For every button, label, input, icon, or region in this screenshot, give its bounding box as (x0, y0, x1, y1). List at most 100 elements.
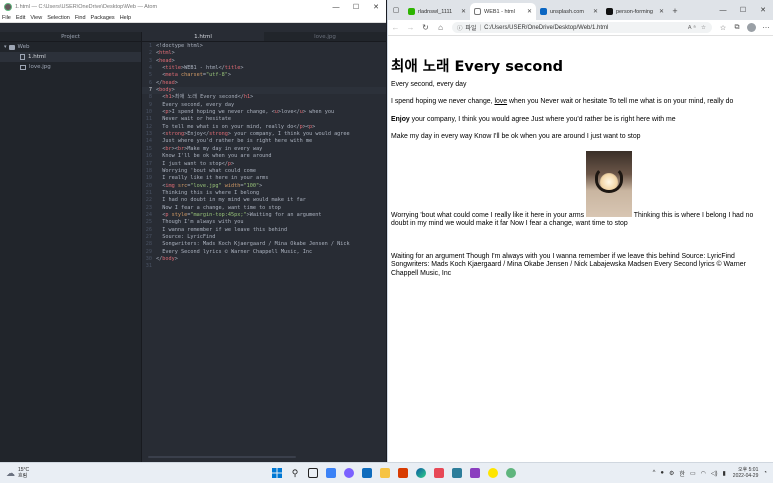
code-line[interactable]: 18 Worrying 'bout what could come (142, 168, 386, 175)
clock[interactable]: 오후 5:01 2022-04-29 (733, 467, 759, 479)
more-menu-icon[interactable]: ⋯ (759, 24, 773, 32)
menu-help[interactable]: Help (120, 15, 131, 21)
back-icon[interactable]: ← (388, 23, 403, 32)
search-icon[interactable]: ⚲ (287, 465, 303, 481)
menu-edit[interactable]: Edit (16, 15, 25, 21)
code-line[interactable]: 30 </body> (142, 256, 386, 263)
task-view-icon[interactable] (305, 465, 321, 481)
browser-tab-3[interactable]: unsplash.com ✕ (536, 3, 602, 20)
code-line[interactable]: 5 <meta charset="utf-8"> (142, 72, 386, 79)
collections-icon[interactable]: ⧉ (730, 24, 744, 32)
close-icon[interactable]: ✕ (593, 8, 598, 15)
code-line[interactable]: 20 <img src="love.jpg" width="100"> (142, 183, 386, 190)
chevron-up-icon[interactable]: ^ (653, 470, 656, 476)
browser-tab-4[interactable]: person-forming ✕ (602, 3, 668, 20)
file-info-icon[interactable]: ⓘ (457, 24, 463, 32)
tree-file-html[interactable]: 1.html (0, 52, 141, 62)
home-icon[interactable]: ⌂ (433, 23, 448, 32)
maximize-icon[interactable]: ☐ (733, 0, 753, 20)
code-line[interactable]: 8 <h1>최애 노래 Every second</h1> (142, 94, 386, 101)
code-line[interactable]: 11 Never wait or hesitate (142, 116, 386, 123)
maximize-icon[interactable]: ☐ (346, 0, 366, 14)
code-line[interactable]: 9 Every second, every day (142, 102, 386, 109)
close-icon[interactable]: ✕ (366, 0, 386, 14)
photos-icon[interactable] (449, 465, 465, 481)
volume-icon[interactable]: ◁) (711, 470, 718, 477)
tray-app-icon[interactable]: ● (660, 470, 664, 476)
profile-avatar[interactable] (747, 23, 756, 32)
code-line[interactable]: 15 <br><br>Make my day in every way (142, 146, 386, 153)
atom-taskbar-icon[interactable] (503, 465, 519, 481)
code-line[interactable]: 21 Thinking this is where I belong (142, 190, 386, 197)
line-number: 31 (145, 263, 152, 270)
battery-icon[interactable]: ▮ (722, 470, 725, 477)
edge-icon[interactable] (413, 465, 429, 481)
menu-packages[interactable]: Packages (91, 15, 115, 21)
code-line[interactable]: 22 I had no doubt in my mind we would ma… (142, 197, 386, 204)
read-aloud-icon[interactable]: Aᵃ ☆ (688, 25, 708, 31)
windows-start-icon[interactable] (269, 465, 285, 481)
lyrics-paragraph-3: Waiting for an argument Though I'm alway… (391, 252, 746, 277)
code-line[interactable]: 27 Source: LyricFind (142, 234, 386, 241)
display-icon[interactable]: ▭ (690, 470, 696, 477)
code-editor[interactable]: 1 <!doctype html> 2 <html> 3 <head> 4 <title>W… (142, 42, 386, 462)
code-line[interactable]: 10 <p>I spend hoping we never change, <u… (142, 109, 386, 116)
chat-icon[interactable] (341, 465, 357, 481)
weather-widget[interactable]: ☁ 15°C 흐림 (0, 467, 60, 479)
code-line[interactable]: 3 <head> (142, 58, 386, 65)
store-icon[interactable] (431, 465, 447, 481)
tree-file-jpg[interactable]: love.jpg (0, 62, 141, 72)
code-line[interactable]: 19 I really like it here in your arms (142, 175, 386, 182)
code-line[interactable]: 17 I just want to stop</p> (142, 161, 386, 168)
code-line[interactable]: 16 Know I'll be ok when you are around (142, 153, 386, 160)
wifi-icon[interactable]: ◠ (701, 470, 706, 477)
favorites-star-icon[interactable]: ☆ (716, 24, 730, 32)
code-line[interactable]: 4 <title>WEB1 - html</title> (142, 65, 386, 72)
menu-selection[interactable]: Selection (47, 15, 70, 21)
menu-find[interactable]: Find (75, 15, 86, 21)
forward-icon[interactable]: → (403, 23, 418, 32)
ime-language-indicator[interactable]: 한 (679, 469, 685, 478)
settings-icon[interactable]: ⚙ (669, 470, 674, 477)
tree-file-label: 1.html (28, 54, 46, 60)
code-line[interactable]: 12 To tell me what is on your mind, real… (142, 124, 386, 131)
mail-icon[interactable] (359, 465, 375, 481)
close-icon[interactable]: ✕ (659, 8, 664, 15)
close-icon[interactable]: ✕ (527, 8, 532, 15)
browser-tab-1[interactable]: rladnswl_1111 ✕ (404, 3, 470, 20)
tree-folder-web[interactable]: ▾ Web (0, 42, 141, 52)
widgets-icon[interactable] (323, 465, 339, 481)
office-icon[interactable] (395, 465, 411, 481)
close-icon[interactable]: ✕ (461, 8, 466, 15)
file-explorer-icon[interactable] (377, 465, 393, 481)
horizontal-scrollbar[interactable] (148, 456, 296, 458)
code-line[interactable]: 6 </head> (142, 80, 386, 87)
browser-tab-2[interactable]: WEB1 - html ✕ (470, 3, 536, 20)
code-line[interactable]: 24 <p style="margin-top:45px;">Waiting f… (142, 212, 386, 219)
code-line[interactable]: 2 <html> (142, 50, 386, 57)
code-line[interactable]: 14 Just where you'd rather be is right h… (142, 138, 386, 145)
address-bar[interactable]: ⓘ 파일 | C:/Users/USER/OneDrive/Desktop/We… (452, 22, 712, 33)
code-line[interactable]: 25 Though I'm always with you (142, 219, 386, 226)
code-line[interactable]: 23 Now I fear a change, want time to sto… (142, 205, 386, 212)
code-line[interactable]: 29 Every Second lyrics © Warner Chappell… (142, 249, 386, 256)
code-line[interactable]: 31 (142, 263, 386, 270)
editor-tab-html[interactable]: 1.html (142, 32, 264, 41)
refresh-icon[interactable]: ↻ (418, 23, 433, 32)
menu-view[interactable]: View (30, 15, 42, 21)
code-line[interactable]: 26 I wanna remember if we leave this beh… (142, 227, 386, 234)
new-tab-button[interactable]: + (668, 3, 682, 20)
code-line[interactable]: 13 <strong>Enjoy</strong> your company, … (142, 131, 386, 138)
tab-actions-icon[interactable]: ▢ (388, 0, 404, 20)
atom-titlebar[interactable]: 1.html — C:\Users\USER\OneDrive\Desktop\… (0, 0, 386, 14)
kakaotalk-icon[interactable] (485, 465, 501, 481)
close-icon[interactable]: ✕ (753, 0, 773, 20)
code-line[interactable]: 1 <!doctype html> (142, 43, 386, 50)
minimize-icon[interactable]: — (326, 0, 346, 14)
editor-tab-jpg[interactable]: love.jpg (264, 32, 386, 41)
minimize-icon[interactable]: — (713, 0, 733, 20)
code-line[interactable]: 28 Songwriters: Mads Koch Kjaergaard / M… (142, 241, 386, 248)
notifications-icon[interactable]: ◔ (763, 470, 767, 476)
menu-file[interactable]: File (2, 15, 11, 21)
app-icon[interactable] (467, 465, 483, 481)
